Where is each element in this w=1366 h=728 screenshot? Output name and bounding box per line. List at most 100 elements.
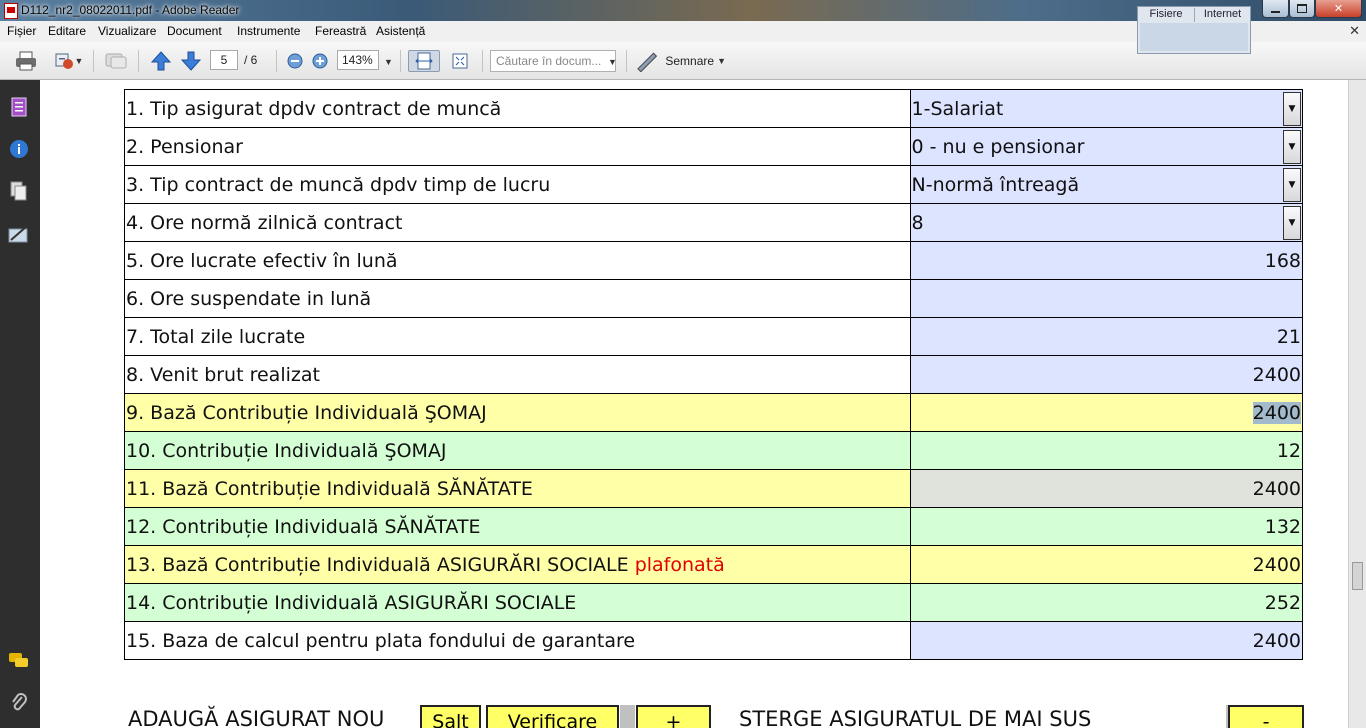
menu-document[interactable]: Document bbox=[167, 24, 222, 38]
field-label-text: 12. Contribuție Individuală SĂNĂTATE bbox=[126, 515, 481, 538]
form-row: 14. Contribuție Individuală ASIGURĂRI SO… bbox=[124, 583, 1304, 622]
delete-insured-button[interactable]: - bbox=[1228, 705, 1304, 728]
field-label-text: 4. Ore normă zilnică contract bbox=[126, 211, 403, 234]
page-number-input[interactable]: 5 bbox=[210, 50, 238, 70]
minimize-button[interactable] bbox=[1262, 0, 1289, 18]
menu-vizualizare[interactable]: Vizualizare bbox=[98, 24, 156, 38]
field-label-text: 14. Contribuție Individuală ASIGURĂRI SO… bbox=[126, 591, 577, 614]
delete-insured-label: STERGE ASIGURATUL DE MAI SUS bbox=[739, 707, 1092, 728]
field-label: 13. Bază Contribuție Individuală ASIGURĂ… bbox=[124, 545, 911, 584]
field-value: 168 bbox=[1264, 249, 1301, 272]
attachments-panel-button[interactable] bbox=[8, 692, 30, 714]
attachments-pages-button[interactable] bbox=[8, 180, 30, 202]
field-label: 8. Venit brut realizat bbox=[124, 355, 911, 394]
form-row: 12. Contribuție Individuală SĂNĂTATE 132 bbox=[124, 507, 1304, 546]
field-label-text: 13. Bază Contribuție Individuală ASIGURĂ… bbox=[126, 553, 629, 576]
search-input[interactable]: Căutare în docum... bbox=[490, 50, 616, 72]
form-row: 3. Tip contract de muncă dpdv timp de lu… bbox=[124, 165, 1304, 204]
field-value: 21 bbox=[1276, 325, 1301, 348]
zoom-dropdown-icon[interactable]: ▼ bbox=[384, 57, 393, 67]
field-input[interactable]: 2400 bbox=[909, 621, 1304, 660]
field-value: N-normă întreagă bbox=[911, 173, 1080, 196]
arrow-down-icon bbox=[180, 51, 202, 71]
field-label: 2. Pensionar bbox=[124, 127, 911, 166]
field-value: 132 bbox=[1264, 515, 1301, 538]
next-page-button[interactable] bbox=[178, 50, 204, 72]
field-input[interactable]: 21 bbox=[909, 317, 1304, 356]
fit-page-button[interactable] bbox=[448, 50, 472, 72]
dropdown-arrow-icon[interactable]: ▼ bbox=[1283, 92, 1301, 126]
salt-button[interactable]: Salt bbox=[420, 705, 481, 728]
form-row: 4. Ore normă zilnică contract 8 ▼ bbox=[124, 203, 1304, 242]
toolbar-separator bbox=[93, 50, 94, 72]
toolbar-separator bbox=[138, 50, 139, 72]
field-label: 7. Total zile lucrate bbox=[124, 317, 911, 356]
zoom-out-button[interactable] bbox=[284, 50, 306, 72]
vertical-scrollbar[interactable] bbox=[1348, 80, 1366, 728]
search-dropdown-icon[interactable]: ▼ bbox=[608, 57, 617, 67]
pages-panel-button[interactable] bbox=[8, 96, 30, 118]
field-input[interactable]: 132 bbox=[909, 507, 1304, 546]
field-dropdown[interactable]: 0 - nu e pensionar ▼ bbox=[909, 127, 1304, 166]
field-label-text: 3. Tip contract de muncă dpdv timp de lu… bbox=[126, 173, 551, 196]
documents-icon bbox=[10, 181, 27, 201]
close-icon: ✕ bbox=[1333, 3, 1344, 15]
comments-icon bbox=[9, 653, 28, 667]
field-label-text: 5. Ore lucrate efectiv în lună bbox=[126, 249, 398, 272]
tab-internet[interactable]: Internet bbox=[1195, 8, 1250, 22]
review-button[interactable] bbox=[102, 50, 130, 72]
field-input[interactable]: 2400 bbox=[909, 469, 1304, 508]
dropdown-arrow-icon[interactable]: ▼ bbox=[1283, 168, 1301, 202]
field-label: 12. Contribuție Individuală SĂNĂTATE bbox=[124, 507, 911, 546]
close-document-icon[interactable]: ✕ bbox=[1349, 23, 1360, 39]
dropdown-arrow-icon[interactable]: ▼ bbox=[1283, 130, 1301, 164]
navigation-pane bbox=[0, 80, 40, 728]
menu-instrumente[interactable]: Instrumente bbox=[237, 24, 300, 38]
form-row: 9. Bază Contribuție Individuală ŞOMAJ 240… bbox=[124, 393, 1304, 432]
field-label-text: 7. Total zile lucrate bbox=[126, 325, 306, 348]
field-dropdown[interactable]: N-normă întreagă ▼ bbox=[909, 165, 1304, 204]
close-window-button[interactable]: ✕ bbox=[1315, 0, 1362, 18]
add-insured-button[interactable]: + bbox=[636, 705, 711, 728]
page-total: / 6 bbox=[244, 53, 258, 67]
field-input[interactable]: 12 bbox=[909, 431, 1304, 470]
field-input[interactable]: 252 bbox=[909, 583, 1304, 622]
print-button[interactable] bbox=[12, 50, 40, 72]
info-panel-button[interactable] bbox=[8, 138, 30, 160]
field-dropdown[interactable]: 8 ▼ bbox=[909, 203, 1304, 242]
pen-icon bbox=[637, 52, 658, 72]
menu-editare[interactable]: Editare bbox=[48, 24, 86, 38]
maximize-button[interactable] bbox=[1289, 0, 1315, 18]
previous-page-button[interactable] bbox=[148, 50, 174, 72]
tab-fisiere[interactable]: Fisiere bbox=[1138, 8, 1195, 22]
field-value: 8 bbox=[911, 211, 924, 234]
zoom-in-button[interactable] bbox=[309, 50, 331, 72]
menu-fisier[interactable]: Fișier bbox=[7, 24, 36, 38]
menu-fereastra[interactable]: Fereastră bbox=[315, 24, 366, 38]
field-input[interactable]: 2400 bbox=[909, 545, 1304, 584]
scrollbar-thumb[interactable] bbox=[1352, 562, 1363, 590]
field-value: 12 bbox=[1276, 439, 1301, 462]
fit-width-icon bbox=[415, 52, 433, 70]
field-input[interactable] bbox=[909, 279, 1304, 318]
dropdown-arrow-icon[interactable]: ▼ bbox=[1283, 206, 1301, 240]
field-input[interactable]: 2400 bbox=[909, 393, 1304, 432]
field-value: 2400 bbox=[1252, 477, 1301, 500]
zoom-input[interactable]: 143% bbox=[337, 50, 379, 70]
sign-label: Semnare bbox=[665, 54, 715, 68]
sign-button[interactable]: Semnare ▼ bbox=[634, 50, 726, 72]
menu-asistenta[interactable]: Asistență bbox=[376, 24, 425, 38]
field-input[interactable]: 2400 bbox=[909, 355, 1304, 394]
verify-button[interactable]: Verificare bbox=[486, 705, 619, 728]
field-label: 14. Contribuție Individuală ASIGURĂRI SO… bbox=[124, 583, 911, 622]
field-input[interactable]: 168 bbox=[909, 241, 1304, 280]
signature-icon bbox=[8, 225, 28, 243]
scroll-mode-button[interactable] bbox=[408, 50, 440, 72]
form-row: 7. Total zile lucrate 21 bbox=[124, 317, 1304, 356]
field-label-text: 8. Venit brut realizat bbox=[126, 363, 320, 386]
signatures-panel-button[interactable] bbox=[8, 223, 30, 245]
share-email-button[interactable]: ▼ bbox=[50, 50, 86, 72]
field-dropdown[interactable]: 1-Salariat ▼ bbox=[909, 89, 1304, 128]
comments-panel-button[interactable] bbox=[8, 650, 30, 672]
field-value: 2400 bbox=[1252, 629, 1301, 652]
